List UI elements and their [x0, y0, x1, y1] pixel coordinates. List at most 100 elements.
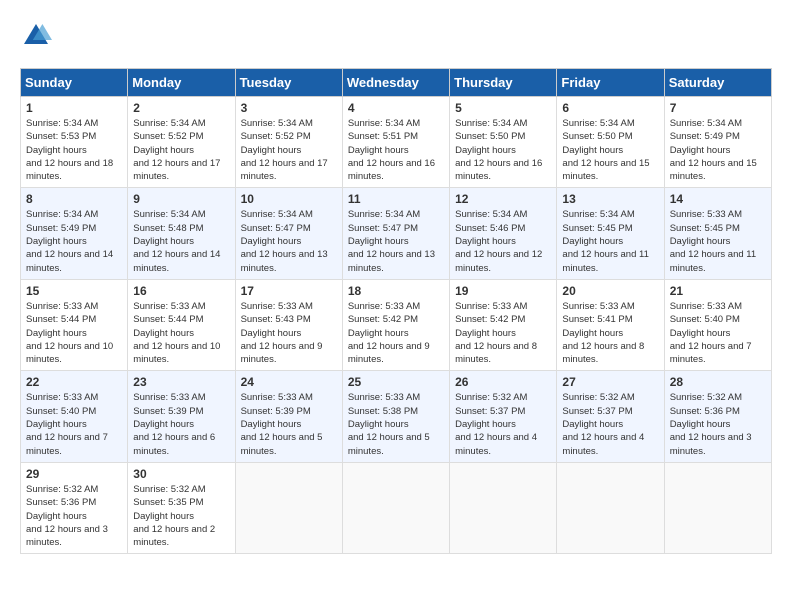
table-row: 25 Sunrise: 5:33 AMSunset: 5:38 PMDayligh… — [342, 371, 449, 462]
col-header-thursday: Thursday — [450, 69, 557, 97]
logo-icon — [20, 20, 52, 52]
table-row — [235, 462, 342, 553]
day-number: 25 — [348, 375, 444, 389]
table-row — [450, 462, 557, 553]
col-header-sunday: Sunday — [21, 69, 128, 97]
day-info: Sunrise: 5:34 AMSunset: 5:52 PMDaylight … — [241, 117, 337, 183]
day-number: 21 — [670, 284, 766, 298]
day-number: 28 — [670, 375, 766, 389]
day-number: 14 — [670, 192, 766, 206]
day-info: Sunrise: 5:33 AMSunset: 5:42 PMDaylight … — [348, 300, 444, 366]
day-info: Sunrise: 5:32 AMSunset: 5:36 PMDaylight … — [26, 483, 122, 549]
day-number: 29 — [26, 467, 122, 481]
day-number: 17 — [241, 284, 337, 298]
day-info: Sunrise: 5:32 AMSunset: 5:35 PMDaylight … — [133, 483, 229, 549]
logo — [20, 20, 56, 52]
table-row: 23 Sunrise: 5:33 AMSunset: 5:39 PMDayligh… — [128, 371, 235, 462]
table-row: 1Sunrise: 5:34 AMSunset: 5:53 PMDaylight… — [21, 97, 128, 188]
col-header-friday: Friday — [557, 69, 664, 97]
table-row: 4 Sunrise: 5:34 AMSunset: 5:51 PMDaylight… — [342, 97, 449, 188]
day-info: Sunrise: 5:33 AMSunset: 5:39 PMDaylight … — [133, 391, 229, 457]
day-info: Sunrise: 5:34 AMSunset: 5:45 PMDaylight … — [562, 208, 658, 274]
table-row: 14 Sunrise: 5:33 AMSunset: 5:45 PMDayligh… — [664, 188, 771, 279]
day-info: Sunrise: 5:33 AMSunset: 5:38 PMDaylight … — [348, 391, 444, 457]
calendar-week-row: 29 Sunrise: 5:32 AMSunset: 5:36 PMDayligh… — [21, 462, 772, 553]
day-number: 9 — [133, 192, 229, 206]
day-number: 27 — [562, 375, 658, 389]
calendar-week-row: 15 Sunrise: 5:33 AMSunset: 5:44 PMDayligh… — [21, 279, 772, 370]
day-number: 11 — [348, 192, 444, 206]
day-number: 4 — [348, 101, 444, 115]
day-info: Sunrise: 5:34 AMSunset: 5:48 PMDaylight … — [133, 208, 229, 274]
table-row: 3 Sunrise: 5:34 AMSunset: 5:52 PMDaylight… — [235, 97, 342, 188]
table-row: 11 Sunrise: 5:34 AMSunset: 5:47 PMDayligh… — [342, 188, 449, 279]
day-info: Sunrise: 5:34 AMSunset: 5:50 PMDaylight … — [455, 117, 551, 183]
day-number: 24 — [241, 375, 337, 389]
table-row — [342, 462, 449, 553]
page-header — [20, 20, 772, 52]
day-info: Sunrise: 5:33 AMSunset: 5:44 PMDaylight … — [26, 300, 122, 366]
day-info: Sunrise: 5:34 AMSunset: 5:47 PMDaylight … — [348, 208, 444, 274]
table-row: 5Sunrise: 5:34 AMSunset: 5:50 PMDaylight… — [450, 97, 557, 188]
day-number: 13 — [562, 192, 658, 206]
table-row: 21Sunrise: 5:33 AMSunset: 5:40 PMDayligh… — [664, 279, 771, 370]
day-info: Sunrise: 5:34 AMSunset: 5:50 PMDaylight … — [562, 117, 658, 183]
day-info: Sunrise: 5:33 AMSunset: 5:43 PMDaylight … — [241, 300, 337, 366]
table-row: 15 Sunrise: 5:33 AMSunset: 5:44 PMDayligh… — [21, 279, 128, 370]
day-number: 30 — [133, 467, 229, 481]
day-info: Sunrise: 5:32 AMSunset: 5:36 PMDaylight … — [670, 391, 766, 457]
calendar-week-row: 22 Sunrise: 5:33 AMSunset: 5:40 PMDayligh… — [21, 371, 772, 462]
table-row — [664, 462, 771, 553]
day-info: Sunrise: 5:34 AMSunset: 5:51 PMDaylight … — [348, 117, 444, 183]
day-number: 8 — [26, 192, 122, 206]
table-row: 27Sunrise: 5:32 AMSunset: 5:37 PMDayligh… — [557, 371, 664, 462]
day-info: Sunrise: 5:34 AMSunset: 5:46 PMDaylight … — [455, 208, 551, 274]
calendar-week-row: 1Sunrise: 5:34 AMSunset: 5:53 PMDaylight… — [21, 97, 772, 188]
col-header-monday: Monday — [128, 69, 235, 97]
table-row: 29 Sunrise: 5:32 AMSunset: 5:36 PMDayligh… — [21, 462, 128, 553]
table-row: 16 Sunrise: 5:33 AMSunset: 5:44 PMDayligh… — [128, 279, 235, 370]
table-row: 2 Sunrise: 5:34 AMSunset: 5:52 PMDaylight… — [128, 97, 235, 188]
day-info: Sunrise: 5:33 AMSunset: 5:42 PMDaylight … — [455, 300, 551, 366]
table-row: 20Sunrise: 5:33 AMSunset: 5:41 PMDayligh… — [557, 279, 664, 370]
day-number: 26 — [455, 375, 551, 389]
day-info: Sunrise: 5:33 AMSunset: 5:45 PMDaylight … — [670, 208, 766, 274]
col-header-saturday: Saturday — [664, 69, 771, 97]
table-row: 13 Sunrise: 5:34 AMSunset: 5:45 PMDayligh… — [557, 188, 664, 279]
col-header-tuesday: Tuesday — [235, 69, 342, 97]
day-info: Sunrise: 5:32 AMSunset: 5:37 PMDaylight … — [455, 391, 551, 457]
table-row: 18 Sunrise: 5:33 AMSunset: 5:42 PMDayligh… — [342, 279, 449, 370]
table-row: 10Sunrise: 5:34 AMSunset: 5:47 PMDayligh… — [235, 188, 342, 279]
day-number: 19 — [455, 284, 551, 298]
table-row: 30 Sunrise: 5:32 AMSunset: 5:35 PMDayligh… — [128, 462, 235, 553]
day-number: 16 — [133, 284, 229, 298]
day-number: 3 — [241, 101, 337, 115]
day-number: 2 — [133, 101, 229, 115]
table-row: 28 Sunrise: 5:32 AMSunset: 5:36 PMDayligh… — [664, 371, 771, 462]
table-row: 8Sunrise: 5:34 AMSunset: 5:49 PMDaylight… — [21, 188, 128, 279]
table-row — [557, 462, 664, 553]
day-number: 10 — [241, 192, 337, 206]
calendar-table: SundayMondayTuesdayWednesdayThursdayFrid… — [20, 68, 772, 554]
calendar-week-row: 8Sunrise: 5:34 AMSunset: 5:49 PMDaylight… — [21, 188, 772, 279]
day-info: Sunrise: 5:33 AMSunset: 5:40 PMDaylight … — [26, 391, 122, 457]
table-row: 19 Sunrise: 5:33 AMSunset: 5:42 PMDayligh… — [450, 279, 557, 370]
day-number: 12 — [455, 192, 551, 206]
day-number: 1 — [26, 101, 122, 115]
table-row: 24 Sunrise: 5:33 AMSunset: 5:39 PMDayligh… — [235, 371, 342, 462]
table-row: 17 Sunrise: 5:33 AMSunset: 5:43 PMDayligh… — [235, 279, 342, 370]
table-row: 22 Sunrise: 5:33 AMSunset: 5:40 PMDayligh… — [21, 371, 128, 462]
day-info: Sunrise: 5:34 AMSunset: 5:52 PMDaylight … — [133, 117, 229, 183]
day-info: Sunrise: 5:33 AMSunset: 5:44 PMDaylight … — [133, 300, 229, 366]
table-row: 12 Sunrise: 5:34 AMSunset: 5:46 PMDayligh… — [450, 188, 557, 279]
day-number: 23 — [133, 375, 229, 389]
day-info: Sunrise: 5:33 AMSunset: 5:39 PMDaylight … — [241, 391, 337, 457]
table-row: 7Sunrise: 5:34 AMSunset: 5:49 PMDaylight… — [664, 97, 771, 188]
table-row: 26 Sunrise: 5:32 AMSunset: 5:37 PMDayligh… — [450, 371, 557, 462]
day-info: Sunrise: 5:34 AMSunset: 5:49 PMDaylight … — [670, 117, 766, 183]
day-number: 15 — [26, 284, 122, 298]
day-number: 6 — [562, 101, 658, 115]
day-number: 22 — [26, 375, 122, 389]
table-row: 6 Sunrise: 5:34 AMSunset: 5:50 PMDaylight… — [557, 97, 664, 188]
day-number: 18 — [348, 284, 444, 298]
